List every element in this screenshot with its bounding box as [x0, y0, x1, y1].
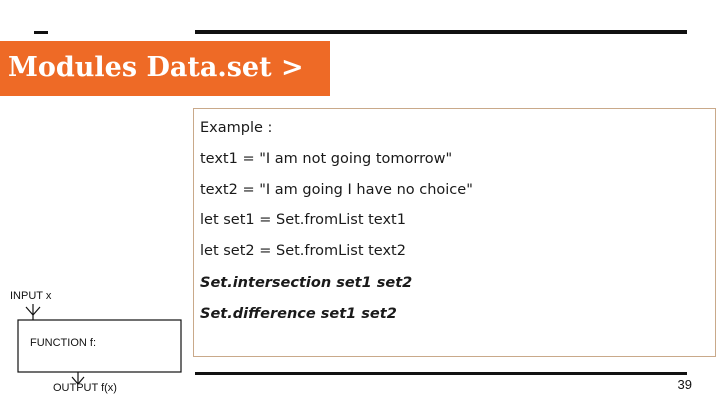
- example-heading: Example :: [200, 120, 273, 136]
- top-rule: [195, 30, 687, 34]
- page-number: 39: [677, 377, 692, 392]
- code-line-set1: let set1 = Set.fromList text1: [200, 212, 406, 228]
- function-diagram: INPUT x FUNCTION f: OUTPUT f(x): [10, 290, 182, 394]
- bottom-rule: [195, 372, 687, 375]
- slide-title: Modules Data.set >: [8, 52, 304, 83]
- input-arrow-icon: [25, 304, 41, 320]
- code-line-intersection: Set.intersection set1 set2: [200, 275, 413, 291]
- code-line-text2: text2 = "I am going I have no choice": [200, 182, 473, 198]
- code-line-set2: let set2 = Set.fromList text2: [200, 243, 406, 259]
- code-line-text1: text1 = "I am not going tomorrow": [200, 151, 453, 167]
- decorative-dash: [34, 31, 48, 34]
- function-label: FUNCTION f:: [30, 337, 96, 349]
- output-label: OUTPUT f(x): [53, 382, 117, 394]
- input-label: INPUT x: [10, 290, 52, 302]
- code-line-difference: Set.difference set1 set2: [200, 306, 397, 322]
